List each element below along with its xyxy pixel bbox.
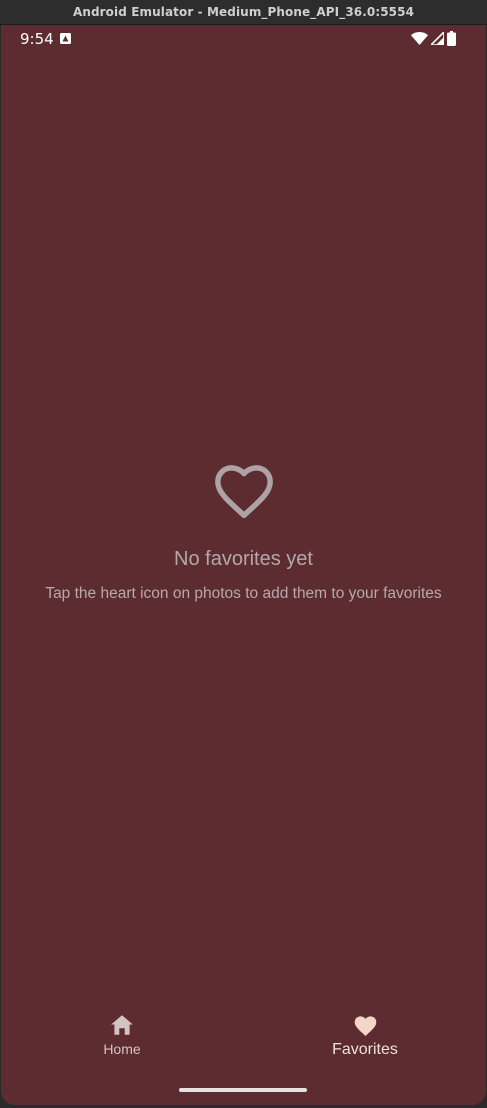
heart-outline-icon — [214, 465, 273, 519]
cell-signal-icon — [431, 32, 444, 45]
nav-item-favorites[interactable]: Favorites — [285, 1013, 445, 1059]
empty-state: No favorites yet Tap the heart icon on p… — [1, 460, 486, 603]
emulator-window: Android Emulator - Medium_Phone_API_36.0… — [0, 0, 487, 1108]
empty-subtitle: Tap the heart icon on photos to add them… — [45, 585, 442, 602]
home-icon — [111, 1015, 133, 1035]
window-title: Android Emulator - Medium_Phone_API_36.0… — [0, 0, 487, 25]
notification-icon — [60, 33, 71, 44]
bottom-navigation: Home Favorites — [1, 1013, 486, 1077]
battery-icon — [447, 31, 456, 46]
empty-title: No favorites yet — [174, 548, 313, 570]
status-time: 9:54 — [20, 30, 54, 48]
status-bar: 9:54 — [1, 25, 486, 53]
status-icons — [411, 31, 456, 46]
phone-screen: 9:54 No favorites yet Tap the heart icon… — [1, 25, 486, 1105]
nav-item-home[interactable]: Home — [42, 1013, 202, 1057]
nav-label-favorites: Favorites — [332, 1041, 398, 1058]
heart-icon — [354, 1016, 376, 1036]
gesture-handle[interactable] — [179, 1088, 307, 1092]
nav-label-home: Home — [103, 1041, 141, 1057]
wifi-icon — [411, 32, 428, 45]
